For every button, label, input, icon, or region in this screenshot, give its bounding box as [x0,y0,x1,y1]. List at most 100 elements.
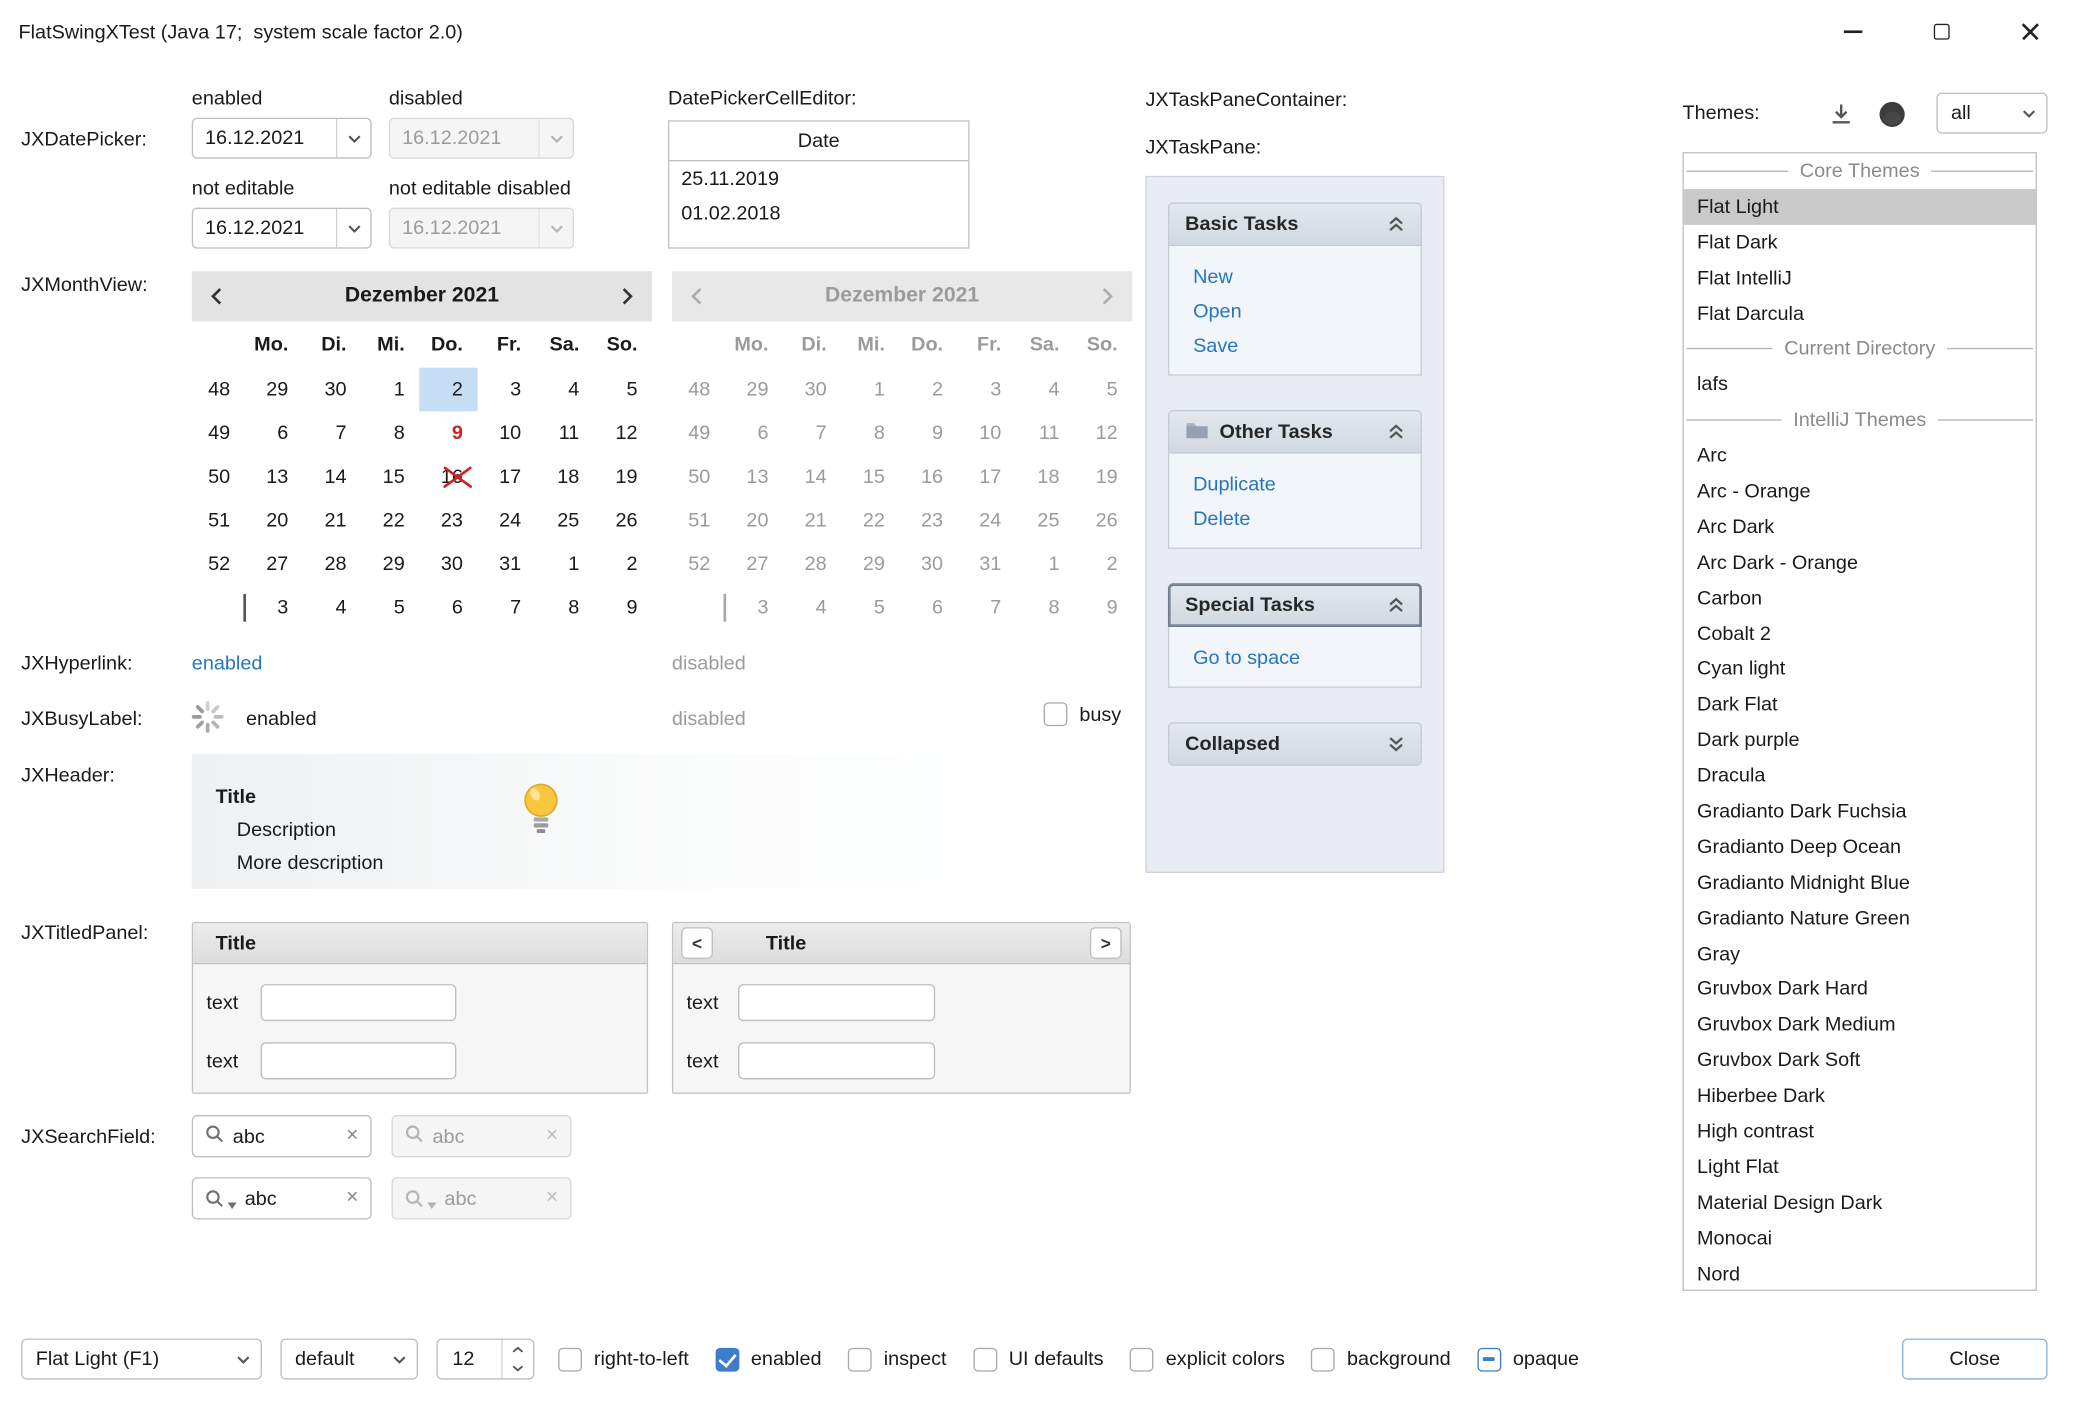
expand-chevron-icon[interactable] [1388,735,1405,752]
theme-item[interactable]: Light Flat [1684,1149,2036,1185]
close-window-button[interactable] [1985,0,2074,63]
monthview-day[interactable]: 23 [419,499,477,543]
theme-item[interactable]: Gradianto Midnight Blue [1684,865,2036,901]
text-input[interactable] [261,1042,457,1079]
monthview-day[interactable]: 21 [303,499,361,543]
prev-month-button[interactable] [210,287,222,306]
close-button[interactable]: Close [1902,1339,2047,1380]
github-icon[interactable] [1874,97,1908,131]
theme-item[interactable]: Hiberbee Dark [1684,1078,2036,1114]
monthview-day[interactable]: 6 [245,411,303,455]
monthview-day[interactable]: 2 [594,542,652,586]
checkbox-opaque[interactable]: opaque [1477,1347,1579,1371]
download-icon[interactable] [1825,98,1857,130]
theme-item[interactable]: Flat IntelliJ [1684,260,2036,296]
datepicker-dropdown-button[interactable] [336,209,370,247]
monthview-day[interactable]: 6 [419,586,477,630]
theme-item[interactable]: Dracula [1684,758,2036,794]
monthview-day[interactable]: 22 [361,499,419,543]
titledpanel-right-button[interactable]: > [1090,927,1122,959]
taskpane-link[interactable]: Open [1193,300,1397,322]
clear-icon[interactable]: × [346,1186,358,1210]
checkbox-busy[interactable]: busy [1044,702,1122,726]
monthview-day[interactable]: 7 [477,586,535,630]
taskpane-link[interactable]: Go to space [1193,647,1397,669]
titledpanel-left-button[interactable]: < [681,927,713,959]
monthview-day[interactable]: 27 [245,542,303,586]
theme-item[interactable]: Gruvbox Dark Medium [1684,1007,2036,1043]
theme-item[interactable]: Arc - Orange [1684,474,2036,510]
theme-item[interactable]: Cobalt 2 [1684,616,2036,652]
monthview-day[interactable]: 20 [245,499,303,543]
search-menu-icon[interactable] [205,1188,237,1208]
minimize-button[interactable] [1808,0,1897,63]
taskpane-header[interactable]: Collapsed [1168,722,1422,766]
searchfield-enabled[interactable]: abc × [192,1115,372,1157]
datepicker-field-enabled[interactable]: 16.12.2021 [192,118,372,159]
taskpane-link[interactable]: New [1193,266,1397,288]
monthview-day[interactable]: 8 [536,586,594,630]
search-input[interactable]: abc [245,1187,338,1209]
taskpane-header[interactable]: Basic Tasks [1168,202,1422,246]
monthview-day[interactable]: 5 [361,586,419,630]
theme-item[interactable]: Gruvbox Dark Hard [1684,972,2036,1008]
checkbox-inspect[interactable]: inspect [848,1347,947,1371]
theme-item[interactable]: Gradianto Nature Green [1684,900,2036,936]
monthview-day[interactable]: 30 [419,542,477,586]
date-table-row[interactable]: 01.02.2018 [669,196,968,230]
collapse-chevron-icon[interactable] [1388,216,1405,233]
datepicker-value[interactable]: 16.12.2021 [193,119,336,157]
checkbox-box[interactable] [1130,1347,1154,1371]
theme-item[interactable]: Monocai [1684,1220,2036,1256]
theme-item[interactable]: Nord [1684,1256,2036,1291]
monthview-day[interactable]: 31 [477,542,535,586]
spinner-up-button[interactable] [503,1340,533,1359]
checkbox-box[interactable] [558,1347,582,1371]
monthview-day[interactable]: 4 [303,586,361,630]
theme-item[interactable]: Gradianto Deep Ocean [1684,829,2036,865]
maximize-button[interactable] [1897,0,1986,63]
monthview-day[interactable]: 9 [594,586,652,630]
theme-item[interactable]: Flat Dark [1684,225,2036,261]
theme-item[interactable]: Carbon [1684,580,2036,616]
monthview-day[interactable]: 5 [594,368,652,412]
themes-list[interactable]: Core ThemesFlat LightFlat DarkFlat Intel… [1682,152,2036,1291]
text-input[interactable] [738,1042,935,1079]
monthview-day[interactable]: 15 [361,455,419,499]
monthview-day[interactable]: 3 [245,586,303,630]
monthview-day[interactable]: 8 [361,411,419,455]
monthview-day[interactable]: 16 [419,455,477,499]
style-combo[interactable]: default [280,1339,418,1380]
checkbox-enabled[interactable]: enabled [715,1347,821,1371]
monthview-day[interactable]: 12 [594,411,652,455]
taskpane-link[interactable]: Duplicate [1193,474,1397,496]
laf-combo[interactable]: Flat Light (F1) [21,1339,262,1380]
theme-item[interactable]: Cyan light [1684,651,2036,687]
monthview-day[interactable]: 10 [477,411,535,455]
themes-filter-combo[interactable]: all [1936,93,2047,134]
theme-item[interactable]: Arc Dark [1684,509,2036,545]
spinner-value[interactable]: 12 [438,1340,501,1378]
theme-item[interactable]: Gradianto Dark Fuchsia [1684,794,2036,830]
monthview-day[interactable]: 7 [303,411,361,455]
monthview-day[interactable]: 29 [361,542,419,586]
monthview-day[interactable]: 28 [303,542,361,586]
checkbox-box[interactable] [715,1347,739,1371]
checkbox-box[interactable] [1477,1347,1501,1371]
monthview-day[interactable]: 2 [419,368,477,412]
collapse-chevron-icon[interactable] [1388,597,1405,614]
search-input[interactable]: abc [233,1125,338,1147]
checkbox-right-to-left[interactable]: right-to-left [558,1347,689,1371]
monthview-day[interactable]: 26 [594,499,652,543]
checkbox-box[interactable] [1311,1347,1335,1371]
collapse-chevron-icon[interactable] [1388,423,1405,440]
date-table-row[interactable]: 25.11.2019 [669,161,968,195]
theme-item[interactable]: Material Design Dark [1684,1185,2036,1221]
monthview-day[interactable]: 25 [536,499,594,543]
theme-item[interactable]: Gray [1684,936,2036,972]
checkbox-box[interactable] [1044,702,1068,726]
theme-item[interactable]: Gruvbox Dark Soft [1684,1043,2036,1079]
hyperlink-enabled[interactable]: enabled [192,652,263,674]
monthview-day[interactable]: 30 [303,368,361,412]
checkbox-background[interactable]: background [1311,1347,1450,1371]
